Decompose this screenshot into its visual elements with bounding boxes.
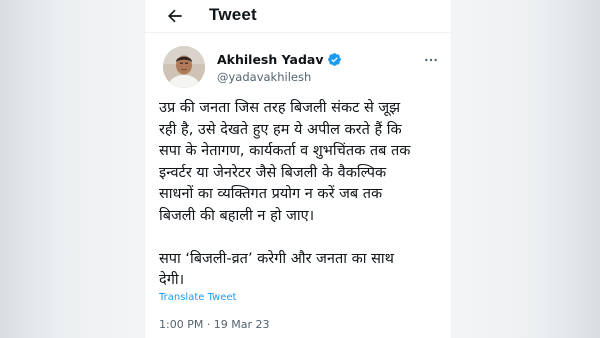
page-title: Tweet: [209, 5, 257, 24]
author-name-row[interactable]: Akhilesh Yadav: [217, 52, 342, 67]
tweet-line: बिजली की बहाली न हो जाए।: [159, 207, 315, 224]
author-name[interactable]: Akhilesh Yadav: [217, 52, 324, 67]
tweet-card: Tweet Akhilesh Yadav @yadavakhilesh उप्र…: [145, 0, 451, 338]
tweet-line: सपा के नेतागण, कार्यकर्ता व शुभचिंतक तब …: [159, 143, 411, 160]
verified-badge-icon: [327, 53, 341, 66]
tweet-timestamp[interactable]: 1:00 PM · 19 Mar 23: [159, 318, 270, 331]
author-handle[interactable]: @yadavakhilesh: [217, 70, 311, 84]
tweet-line: उप्र की जनता जिस तरह बिजली संकट से जूझ: [159, 100, 401, 116]
avatar[interactable]: [163, 46, 205, 88]
tweet-line: देगी।: [159, 272, 185, 289]
translate-tweet-link[interactable]: Translate Tweet: [159, 292, 236, 303]
tweet-author: Akhilesh Yadav @yadavakhilesh: [159, 46, 439, 94]
tweet-line: सपा ‘बिजली-व्रत’ करेगी और जनता का साथ: [159, 250, 394, 267]
top-bar: Tweet: [145, 0, 451, 33]
more-options-icon[interactable]: [423, 52, 439, 68]
tweet-line: रही है, उसे देखते हुए हम ये अपील करते है…: [159, 121, 402, 138]
tweet-line: इन्वर्टर या जेनरेटर जैसे बिजली के वैकल्प…: [159, 164, 387, 181]
tweet-line: साधनों का व्यक्तिगत प्रयोग न करें जब तक: [159, 186, 383, 203]
tweet-text: उप्र की जनता जिस तरह बिजली संकट से जूझ र…: [159, 98, 445, 292]
arrow-left-icon[interactable]: [165, 6, 185, 26]
